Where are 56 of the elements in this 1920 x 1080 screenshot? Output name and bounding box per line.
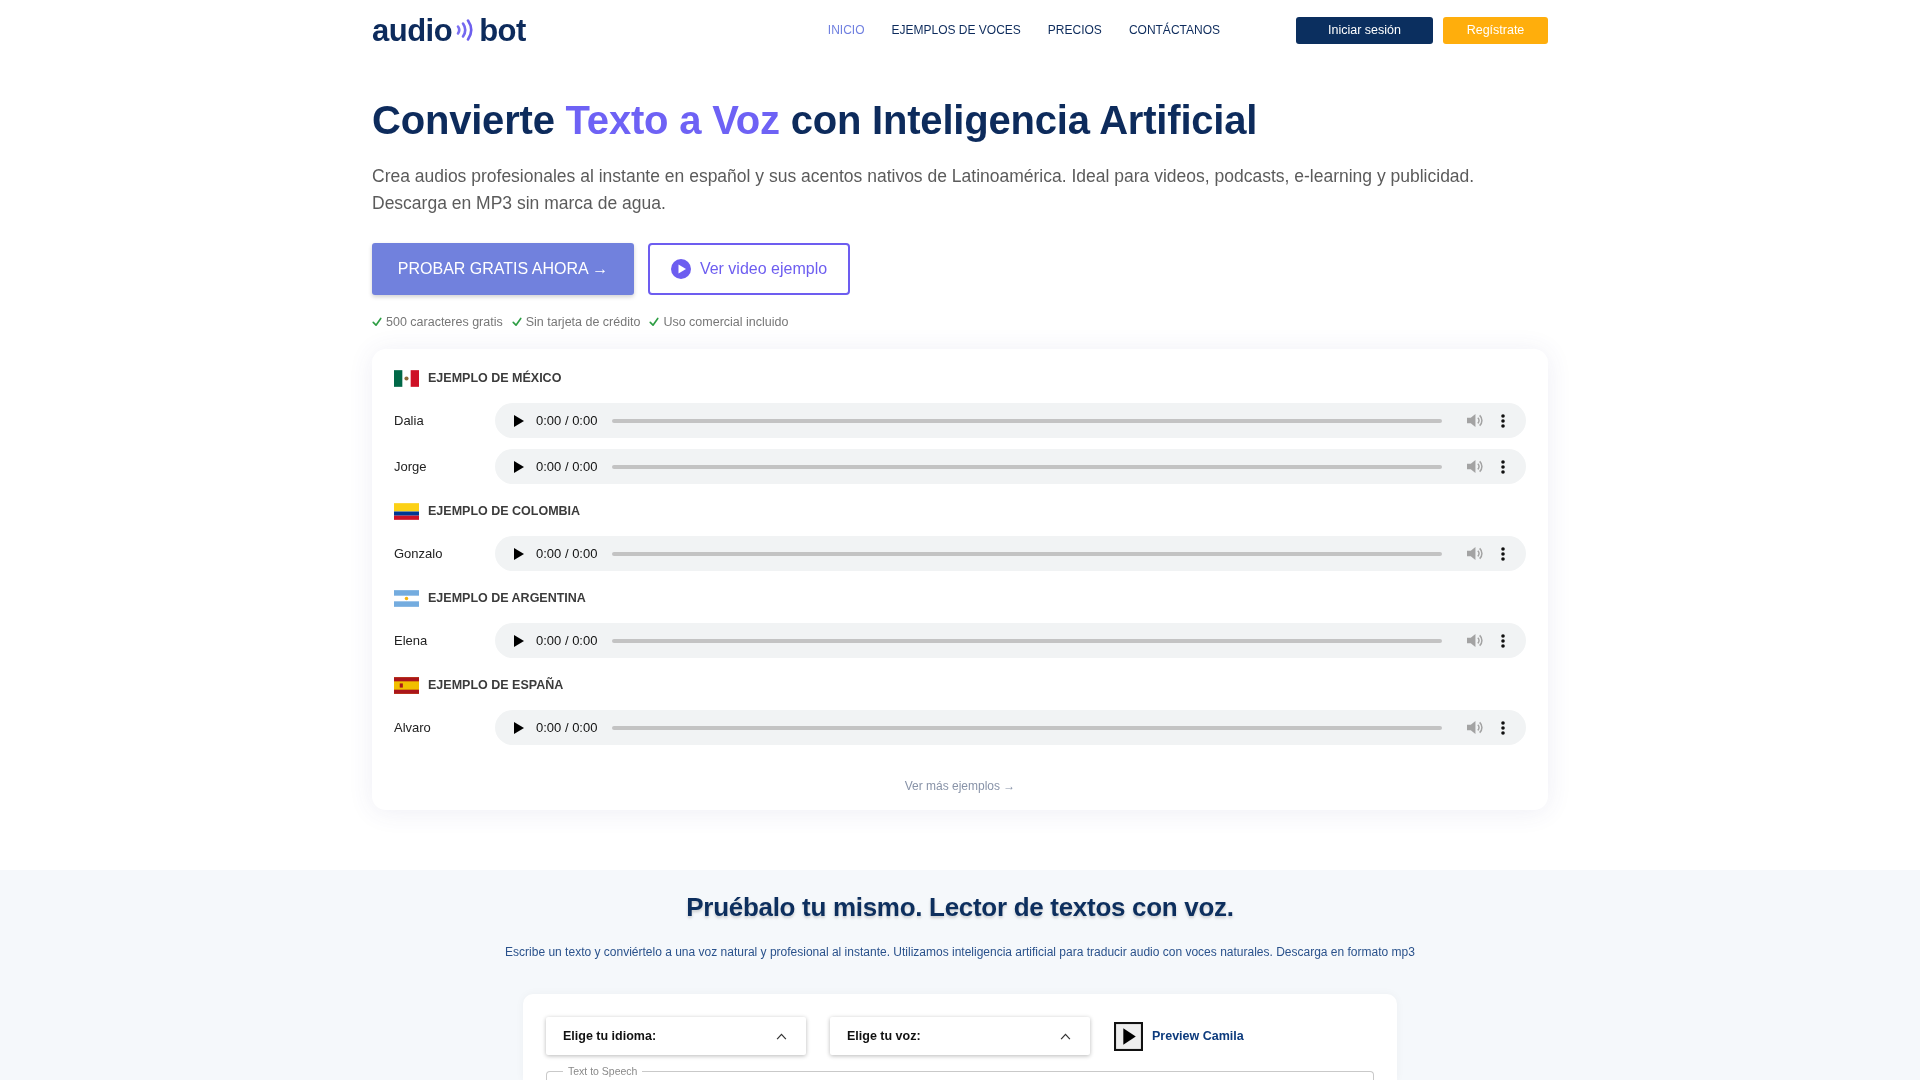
- logo-text[interactable]: audio: [372, 14, 453, 46]
- play-icon: [670, 259, 691, 279]
- try-free-button[interactable]: PROBAR GRATIS AHORA →: [372, 243, 634, 295]
- section-title: Pruébalo tu mismo. Lector de textos con voz.: [685, 891, 1235, 924]
- check-icon: [372, 317, 382, 327]
- section-heading: EJEMPLO DE ARGENTINA: [428, 589, 586, 607]
- preview-link[interactable]: Preview Camila: [1152, 1026, 1244, 1046]
- text-input-area[interactable]: Text to Speech: [546, 1065, 1374, 1080]
- nav-link[interactable]: INICIO: [827, 21, 865, 39]
- vertical-dots-icon[interactable]: [1501, 459, 1505, 474]
- flag-icon: [394, 589, 419, 607]
- flag-icon: [394, 369, 419, 387]
- play-icon[interactable]: [514, 547, 524, 560]
- hero-description: Crea audios profesionales al instante en español y sus acentos nativos de Latinoamérica. Ideal para videos, podcasts, e-learning y publicidad. Descarga en MP3 sin marca de agua.: [372, 165, 1476, 215]
- play-icon[interactable]: [514, 721, 524, 734]
- check-icon: [511, 317, 522, 327]
- vertical-dots-icon[interactable]: [1501, 546, 1505, 561]
- hero-title: Convierte Texto a Voz con Inteligencia Artificial: [372, 97, 1259, 144]
- login-button[interactable]: Iniciar sesión: [1296, 16, 1433, 44]
- field-legend: Text to Speech: [563, 1065, 643, 1077]
- vertical-dots-icon[interactable]: [1501, 720, 1505, 735]
- time-display: 0:00 / 0:00: [536, 631, 598, 650]
- section-heading: EJEMPLO DE COLOMBIA: [428, 502, 581, 520]
- chevron-up-icon: [1060, 1032, 1071, 1040]
- section-heading: EJEMPLO DE ESPAÑA: [428, 676, 564, 694]
- video-example-button[interactable]: Ver video ejemplo: [648, 243, 850, 295]
- nav-link[interactable]: PRECIOS: [1047, 21, 1102, 39]
- time-display: 0:00 / 0:00: [536, 411, 598, 430]
- dropdown-select[interactable]: Elige tu voz:: [830, 1017, 1090, 1055]
- nav-link[interactable]: EJEMPLOS DE VOCES: [891, 21, 1021, 39]
- logo-text[interactable]: bot: [479, 14, 526, 46]
- time-display: 0:00 / 0:00: [536, 544, 598, 563]
- time-display: 0:00 / 0:00: [536, 457, 598, 476]
- play-icon[interactable]: [514, 460, 524, 473]
- section-heading: EJEMPLO DE MÉXICO: [428, 369, 562, 387]
- time-display: 0:00 / 0:00: [536, 718, 598, 737]
- play-icon[interactable]: [1114, 1021, 1143, 1051]
- voice-name: Elena: [394, 631, 429, 650]
- voice-name: Gonzalo: [394, 544, 444, 563]
- dropdown-select[interactable]: Elige tu idioma:: [546, 1017, 806, 1055]
- nav-link[interactable]: CONTÁCTANOS: [1128, 21, 1220, 39]
- vertical-dots-icon[interactable]: [1501, 633, 1505, 648]
- perk-text: Uso comercial incluido: [663, 314, 789, 331]
- vertical-dots-icon[interactable]: [1501, 413, 1505, 428]
- flag-icon: [394, 676, 419, 694]
- play-icon[interactable]: [514, 634, 524, 647]
- voice-name: Alvaro: [394, 718, 432, 737]
- section-description: Escribe un texto y conviértelo a una voz natural y profesional al instante. Utilizamos inteligencia artificial para traducir audio con voces naturales. Descarga en formato mp3: [504, 944, 1416, 961]
- flag-icon: [394, 502, 419, 520]
- chevron-up-icon: [776, 1032, 787, 1040]
- perk-text: 500 caracteres gratis: [386, 314, 503, 331]
- voice-name: Jorge: [394, 457, 428, 476]
- check-icon: [649, 317, 660, 327]
- perk-text: Sin tarjeta de crédito: [525, 314, 641, 331]
- voice-name: Dalia: [394, 411, 425, 430]
- play-icon[interactable]: [514, 414, 524, 427]
